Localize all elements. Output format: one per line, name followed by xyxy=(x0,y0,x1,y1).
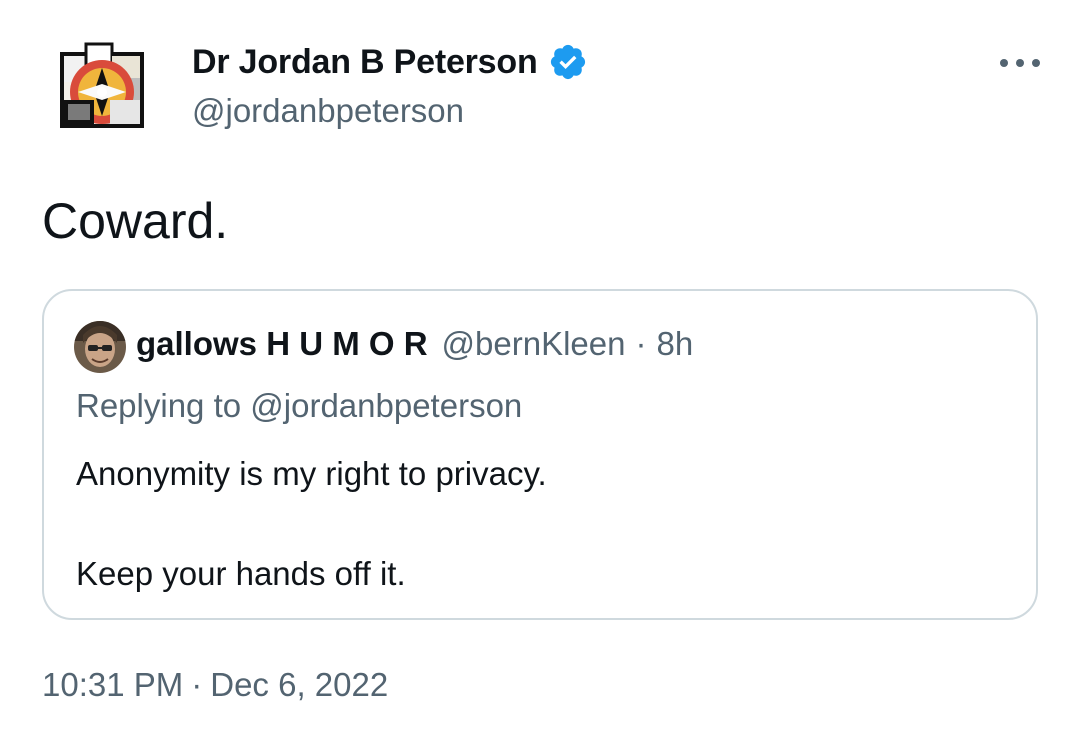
more-dot xyxy=(1000,59,1008,67)
author-display-name[interactable]: Dr Jordan B Peterson xyxy=(192,43,538,82)
quoted-handle[interactable]: @bernKleen xyxy=(442,325,626,363)
more-options-icon[interactable] xyxy=(1000,48,1040,78)
tweet-text: Coward. xyxy=(42,193,229,249)
author-handle[interactable]: @jordanbpeterson xyxy=(192,92,464,130)
more-dot xyxy=(1016,59,1024,67)
quoted-header: gallows H U M O R @bernKleen · 8h xyxy=(136,325,693,363)
tweet-card: Dr Jordan B Peterson @jordanbpeterson Co… xyxy=(0,0,1080,731)
verified-badge-icon xyxy=(550,44,585,80)
author-name-row: Dr Jordan B Peterson xyxy=(192,40,588,84)
quoted-separator: · xyxy=(635,325,647,362)
quoted-tweet-line: Anonymity is my right to privacy. xyxy=(76,455,547,492)
timestamp-date: Dec 6, 2022 xyxy=(210,666,389,703)
quoted-tweet-line: Keep your hands off it. xyxy=(76,555,406,592)
more-dot xyxy=(1032,59,1040,67)
quoted-time-ago[interactable]: 8h xyxy=(656,325,693,363)
quoted-display-name[interactable]: gallows H U M O R xyxy=(136,325,428,363)
person-photo-icon xyxy=(74,321,126,373)
tweet-timestamp[interactable]: 10:31 PM · Dec 6, 2022 xyxy=(42,666,388,704)
timestamp-time: 10:31 PM xyxy=(42,666,184,703)
geometric-logo-icon xyxy=(60,42,144,128)
quoted-tweet-body: Anonymity is my right to privacy. Keep y… xyxy=(76,449,547,599)
quoted-author-avatar[interactable] xyxy=(74,321,126,373)
quoted-tweet[interactable]: gallows H U M O R @bernKleen · 8h Replyi… xyxy=(42,289,1038,620)
author-avatar[interactable] xyxy=(50,38,154,142)
timestamp-separator: · xyxy=(191,666,203,703)
replying-to-label: Replying to @jordanbpeterson xyxy=(76,387,523,424)
